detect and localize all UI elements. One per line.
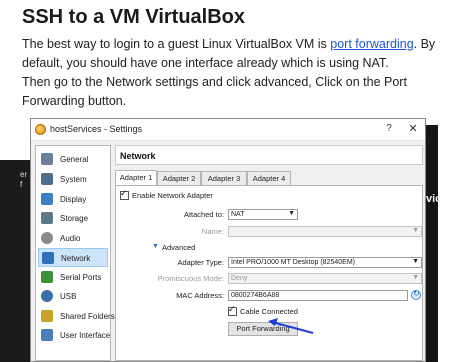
settings-sidebar: General System Display Storage Audio Net…	[35, 145, 115, 361]
promiscuous-mode-select[interactable]: Deny ▼	[228, 273, 422, 284]
sidebar-item-serial-ports[interactable]: Serial Ports	[38, 268, 108, 287]
sidebar-item-label: User Interface	[60, 331, 111, 340]
section-header: Network	[115, 145, 423, 165]
sidebar-item-label: Display	[60, 195, 87, 204]
adapter-type-select[interactable]: Intel PRO/1000 MT Desktop (82540EM) ▼	[228, 257, 422, 268]
article-body: The best way to login to a guest Linux V…	[22, 35, 462, 111]
cable-connected-label: Cable Connected	[240, 307, 298, 316]
background-fragment-2: f	[20, 180, 23, 189]
help-button[interactable]: ?	[383, 123, 395, 134]
system-icon	[41, 173, 53, 185]
mac-address-field[interactable]: 0800274B6A88	[228, 290, 408, 301]
sidebar-item-label: Network	[61, 254, 91, 263]
advanced-toggle[interactable]: Advanced	[162, 243, 195, 252]
network-settings-panel: Network Adapter 1 Adapter 2 Adapter 3 Ad…	[115, 145, 423, 361]
chevron-down-icon: ▼	[412, 227, 419, 234]
sidebar-item-label: Shared Folders	[60, 312, 115, 321]
background-fragment-right: vic	[426, 193, 442, 205]
close-button[interactable]: ✕	[407, 122, 419, 135]
sidebar-item-label: System	[60, 175, 87, 184]
check-icon: ✓	[120, 188, 128, 198]
check-icon: ✓	[228, 304, 236, 314]
mac-address-label: MAC Address:	[176, 291, 224, 300]
article-paragraph-1: The best way to login to a guest Linux V…	[22, 35, 462, 73]
sidebar-item-label: Audio	[60, 234, 81, 243]
attached-to-value: NAT	[231, 211, 245, 218]
sidebar-item-network[interactable]: Network	[38, 248, 108, 267]
refresh-glyph: ↻	[413, 289, 420, 298]
mac-address-value: 0800274B6A88	[231, 292, 280, 299]
audio-icon	[41, 232, 53, 244]
name-label: Name:	[201, 227, 224, 236]
name-select[interactable]: ▼	[228, 226, 422, 237]
sidebar-item-label: Storage	[60, 214, 89, 223]
tab-adapter-3[interactable]: Adapter 3	[201, 171, 247, 185]
virtualbox-app-icon	[35, 124, 46, 135]
tab-adapter-4[interactable]: Adapter 4	[247, 171, 291, 185]
sidebar-item-label: General	[60, 155, 89, 164]
serial-ports-icon	[41, 271, 53, 283]
refresh-mac-icon[interactable]: ↻	[411, 289, 421, 300]
advanced-expand-icon[interactable]: ▼	[152, 243, 159, 250]
article-title: SSH to a VM VirtualBox	[22, 6, 246, 28]
sidebar-item-general[interactable]: General	[38, 150, 108, 169]
enable-adapter-label: Enable Network Adapter	[132, 191, 213, 200]
port-forwarding-button[interactable]: Port Forwarding	[228, 322, 298, 336]
sidebar-item-shared-folders[interactable]: Shared Folders	[38, 307, 115, 326]
chevron-down-icon: ▼	[412, 258, 419, 265]
attached-to-select[interactable]: NAT ▼	[228, 209, 298, 220]
tab-adapter-2[interactable]: Adapter 2	[157, 171, 201, 185]
sidebar-item-audio[interactable]: Audio	[38, 229, 108, 248]
cable-connected-checkbox[interactable]: ✓	[228, 304, 237, 316]
sidebar-item-label: Serial Ports	[60, 273, 102, 282]
adapter-type-label: Adapter Type:	[177, 258, 224, 267]
article-paragraph-2: Then go to the Network settings and clic…	[22, 75, 407, 108]
promiscuous-mode-value: Deny	[231, 275, 248, 282]
network-icon	[42, 252, 54, 264]
chevron-down-icon: ▼	[412, 274, 419, 281]
sidebar-item-storage[interactable]: Storage	[38, 209, 108, 228]
usb-icon	[41, 290, 53, 302]
shared-folders-icon	[41, 310, 53, 322]
background-left-panel: er f	[0, 160, 30, 362]
sidebar-item-usb[interactable]: USB	[38, 287, 108, 306]
general-icon	[41, 153, 53, 165]
tab-adapter-1[interactable]: Adapter 1	[115, 170, 157, 185]
adapter-tab-pane: ✓ Enable Network Adapter Attached to: NA…	[115, 185, 423, 361]
user-interface-icon	[41, 329, 53, 341]
sidebar-item-system[interactable]: System	[38, 170, 108, 189]
adapter-type-value: Intel PRO/1000 MT Desktop (82540EM)	[231, 259, 355, 266]
background-right-panel: vic	[425, 125, 442, 362]
storage-icon	[41, 212, 53, 224]
sidebar-item-label: USB	[60, 292, 77, 301]
promiscuous-mode-label: Promiscuous Mode:	[157, 274, 224, 283]
attached-to-label: Attached to:	[183, 210, 224, 219]
intro-text: The best way to login to a guest Linux V…	[22, 37, 331, 51]
sidebar-item-display[interactable]: Display	[38, 190, 108, 209]
background-fragment-1: er	[20, 170, 28, 179]
section-title: Network	[120, 151, 156, 161]
port-forwarding-link[interactable]: port forwarding	[330, 37, 413, 51]
sidebar-item-user-interface[interactable]: User Interface	[38, 326, 111, 345]
settings-window: hostServices - Settings ? ✕ General Syst…	[30, 118, 426, 362]
window-titlebar: hostServices - Settings ? ✕	[31, 119, 425, 141]
window-title: hostServices - Settings	[50, 124, 143, 134]
display-icon	[41, 193, 53, 205]
enable-adapter-checkbox[interactable]: ✓	[120, 188, 129, 200]
chevron-down-icon: ▼	[288, 210, 295, 217]
